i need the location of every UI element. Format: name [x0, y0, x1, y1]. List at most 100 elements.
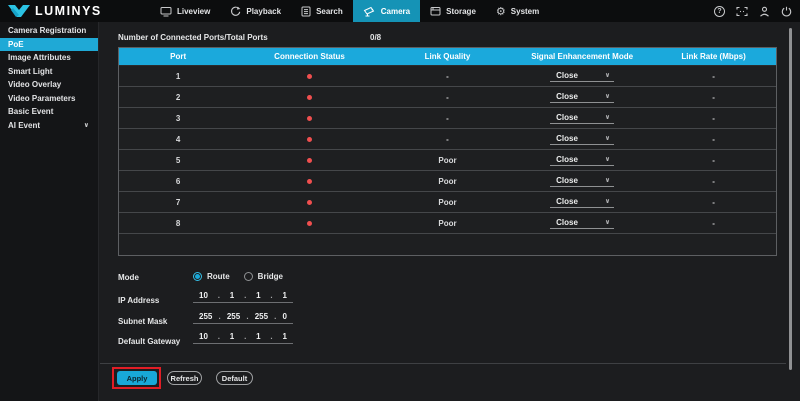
tab-storage[interactable]: Storage: [420, 0, 486, 22]
cell-connection-status: [237, 94, 382, 100]
enhancement-mode-select[interactable]: Close ∨: [550, 70, 615, 82]
chevron-down-icon: ∨: [604, 113, 611, 121]
cell-link-rate: -: [712, 218, 715, 228]
help-icon[interactable]: ?: [714, 5, 725, 17]
chevron-down-icon: ∨: [83, 121, 89, 130]
sidebar-item-image-attributes[interactable]: Image Attributes: [0, 51, 98, 65]
sidebar-item-ai-event[interactable]: AI Event ∨: [0, 119, 98, 133]
sidebar-item-video-parameters[interactable]: Video Parameters: [0, 92, 98, 106]
vertical-scrollbar[interactable]: [789, 28, 792, 370]
radio-selected-icon: [193, 272, 202, 281]
default-gateway-label: Default Gateway: [118, 337, 181, 346]
sidebar-item-poe[interactable]: PoE: [0, 37, 98, 51]
octet: 1: [229, 290, 235, 300]
sidebar-item-basic-event[interactable]: Basic Event: [0, 105, 98, 119]
octet: 10: [199, 290, 208, 300]
dot-separator: .: [217, 331, 220, 341]
enhancement-mode-select[interactable]: Close ∨: [550, 217, 615, 229]
table-row: 6 Poor Close ∨ -: [119, 170, 776, 191]
mode-radio-group: Route Bridge: [193, 272, 283, 281]
col-header-connection-status: Connection Status: [274, 52, 345, 61]
radio-option-route[interactable]: Route: [193, 272, 230, 281]
tab-liveview[interactable]: Liveview: [150, 0, 220, 22]
dot-separator: .: [244, 290, 247, 300]
tab-camera[interactable]: Camera: [352, 0, 421, 22]
chevron-down-icon: ∨: [604, 197, 611, 205]
enhancement-mode-select[interactable]: Close ∨: [550, 133, 615, 145]
radio-unselected-icon: [243, 272, 253, 281]
dot-separator: .: [274, 311, 277, 321]
enhancement-mode-select[interactable]: Close ∨: [550, 112, 615, 124]
table-row: 2 - Close ∨ -: [119, 86, 776, 107]
ports-summary-label: Number of Connected Ports/Total Ports: [118, 33, 268, 42]
sidebar-item-smart-light[interactable]: Smart Light: [0, 65, 98, 79]
cell-port: 3: [175, 113, 181, 123]
octet: 255: [199, 311, 213, 321]
mode-label: Mode: [118, 273, 139, 282]
cell-link-rate: -: [712, 92, 715, 102]
top-navigation-bar: LUMINYS Liveview Playback Search Camera …: [0, 0, 800, 22]
enhancement-mode-select[interactable]: Close ∨: [550, 154, 615, 166]
chevron-down-icon: ∨: [604, 134, 611, 142]
refresh-button[interactable]: Refresh: [167, 371, 202, 385]
cell-link-quality: -: [446, 134, 449, 144]
selected-option: Close: [556, 112, 578, 122]
sidebar-item-camera-registration[interactable]: Camera Registration: [0, 24, 98, 38]
cell-port: 8: [175, 218, 181, 228]
cell-enhancement-mode: Close ∨: [513, 196, 651, 208]
cell-enhancement-mode: Close ∨: [513, 133, 651, 145]
cell-port: 7: [175, 197, 181, 207]
chevron-down-icon: ∨: [604, 218, 611, 226]
user-icon[interactable]: [759, 6, 770, 17]
cell-enhancement-mode: Close ∨: [513, 175, 651, 187]
tab-label: Camera: [380, 6, 411, 16]
cell-enhancement-mode: Close ∨: [513, 154, 651, 166]
sidebar-item-label: Video Overlay: [8, 80, 62, 90]
cell-connection-status: [237, 157, 382, 163]
table-header: Port Connection Status Link Quality Sign…: [119, 48, 776, 65]
octet: 0: [282, 311, 287, 321]
cell-link-rate: -: [712, 176, 715, 186]
octet: 1: [229, 331, 235, 341]
cell-port: 5: [175, 155, 181, 165]
enhancement-mode-select[interactable]: Close ∨: [550, 91, 615, 103]
dot-separator: .: [270, 290, 273, 300]
cell-connection-status: [237, 199, 382, 205]
cell-link-quality: -: [446, 92, 449, 102]
radio-option-bridge[interactable]: Bridge: [243, 272, 284, 281]
sidebar-item-video-overlay[interactable]: Video Overlay: [0, 78, 98, 92]
tab-search[interactable]: Search: [291, 0, 353, 22]
octet: 1: [256, 290, 261, 300]
sidebar-item-label: Image Attributes: [8, 53, 71, 63]
default-button[interactable]: Default: [216, 371, 253, 385]
status-offline-dot: [307, 157, 313, 163]
selected-option: Close: [556, 196, 578, 206]
search-document-icon: [301, 6, 311, 17]
ip-address-field[interactable]: 10 . 1 . 1 . 1: [193, 290, 293, 303]
selected-option: Close: [556, 91, 578, 101]
cell-link-quality: Poor: [438, 218, 457, 228]
enhancement-mode-select[interactable]: Close ∨: [550, 196, 615, 208]
tab-system[interactable]: ⚙ System: [486, 0, 549, 22]
status-offline-dot: [307, 73, 313, 79]
radio-label: Bridge: [257, 272, 284, 281]
power-icon[interactable]: [781, 6, 792, 17]
fullscreen-icon[interactable]: [736, 6, 748, 17]
status-offline-dot: [307, 178, 313, 184]
subnet-mask-field[interactable]: 255 . 255 . 255 . 0: [193, 311, 293, 324]
octet: 1: [282, 290, 287, 300]
table-row: 7 Poor Close ∨ -: [119, 191, 776, 212]
table-row: 4 - Close ∨ -: [119, 128, 776, 149]
chevron-down-icon: ∨: [604, 92, 611, 100]
default-gateway-field[interactable]: 10 . 1 . 1 . 1: [193, 331, 293, 344]
sidebar-item-label: Smart Light: [8, 66, 53, 76]
apply-button[interactable]: Apply: [117, 371, 157, 385]
sidebar-menu: Camera Registration PoE Image Attributes…: [0, 22, 99, 401]
tab-playback[interactable]: Playback: [220, 0, 291, 22]
ip-address-label: IP Address: [118, 296, 160, 305]
cell-enhancement-mode: Close ∨: [513, 217, 651, 229]
enhancement-mode-select[interactable]: Close ∨: [550, 175, 615, 187]
poe-ports-table: Port Connection Status Link Quality Sign…: [118, 47, 777, 256]
octet: 255: [226, 311, 241, 321]
cell-port: 2: [175, 92, 181, 102]
